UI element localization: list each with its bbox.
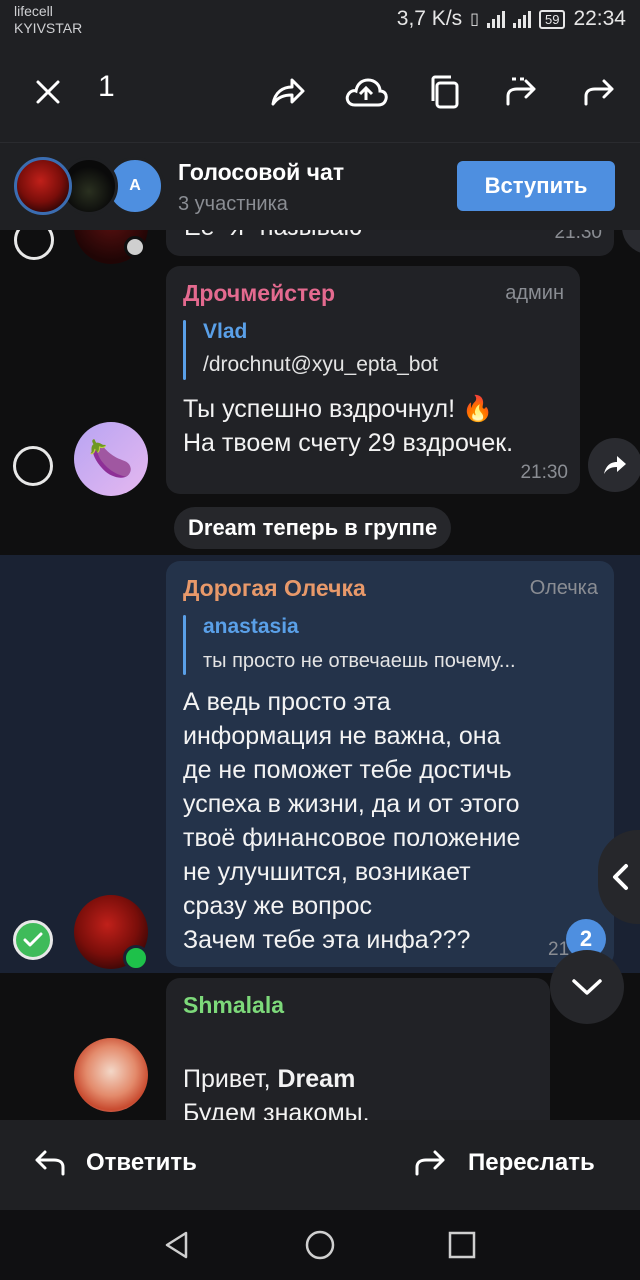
status-bar: lifecell KYIVSTAR 3,7 K/s ▯ 59 22:34 <box>0 0 640 42</box>
member-title: Олечка <box>529 577 598 599</box>
message-time: 21:30 <box>554 230 602 243</box>
message-bubble[interactable]: Shmalala Привет, Dream Будем знакомы. <box>166 978 550 1120</box>
sender-name: Дорогая Олечка <box>183 575 366 601</box>
avatar-letter: A <box>129 177 141 194</box>
select-circle[interactable] <box>14 230 54 260</box>
message-list[interactable]: Ее "я" называю 21:30 Дрочмейстер админ V… <box>0 230 640 1120</box>
signal-icon <box>486 10 505 28</box>
carrier-info: lifecell KYIVSTAR <box>14 3 82 37</box>
service-message: Dream теперь в группе <box>174 507 452 549</box>
home-icon[interactable] <box>303 1228 337 1262</box>
reply-text[interactable]: /drochnut@xyu_epta_bot <box>203 353 543 377</box>
forward-icon[interactable] <box>622 230 640 254</box>
clock: 22:34 <box>573 7 626 30</box>
reply-bar <box>183 320 186 380</box>
eggplant-avatar: 🍆 <box>74 422 148 496</box>
reply-icon <box>35 1150 65 1176</box>
avatar <box>14 157 72 215</box>
selected-count: 1 <box>98 70 115 103</box>
reply-button[interactable]: Ответить <box>32 1148 197 1178</box>
carrier-2: KYIVSTAR <box>14 20 83 36</box>
carrier-1: lifecell <box>14 3 53 19</box>
close-icon[interactable] <box>24 68 72 116</box>
select-circle[interactable] <box>13 446 53 486</box>
forward-no-quote-icon[interactable] <box>498 68 546 116</box>
selection-action-bar: Ответить Переслать <box>0 1120 640 1210</box>
scroll-down-button[interactable] <box>550 950 624 1024</box>
forward-label: Переслать <box>468 1149 595 1176</box>
system-navigation-bar <box>0 1210 640 1280</box>
participant-avatars: A <box>14 157 164 217</box>
join-button[interactable]: Вступить <box>457 161 615 211</box>
reply-bar <box>183 615 186 675</box>
mention[interactable]: Dream <box>277 1065 355 1093</box>
sender-name: Дрочмейстер <box>183 280 336 306</box>
reply-text[interactable]: ты просто не отвечаешь почему... <box>203 650 603 673</box>
share-icon[interactable] <box>264 68 312 116</box>
message-text: Привет, Dream <box>183 1028 355 1096</box>
message-bubble[interactable]: Дорогая Олечка Олечка anastasia ты прост… <box>166 561 614 967</box>
selection-toolbar: 1 <box>0 42 640 142</box>
forward-icon[interactable] <box>576 68 624 116</box>
recents-icon[interactable] <box>445 1228 479 1262</box>
forward-button[interactable]: Переслать <box>414 1148 595 1178</box>
voice-chat-participants: 3 участника <box>178 193 288 215</box>
reply-sender[interactable]: anastasia <box>203 615 299 639</box>
message-text-line2: Будем знакомы. <box>183 1099 370 1120</box>
signal-2-icon <box>512 10 531 28</box>
battery-icon: 59 <box>538 9 566 29</box>
message-bubble[interactable]: Ее "я" называю 21:30 <box>166 230 614 256</box>
online-indicator <box>124 236 146 258</box>
reply-sender[interactable]: Vlad <box>203 320 247 344</box>
message-text: Ты успешно вздрочнул! 🔥 На твоем счету 2… <box>183 395 514 457</box>
vibrate-icon: ▯ <box>470 11 479 28</box>
selected-check-icon[interactable] <box>13 920 53 960</box>
voice-chat-banner[interactable]: A Голосовой чат 3 участника Вступить <box>0 142 640 230</box>
message-text-prefix: Привет, <box>183 1065 278 1093</box>
sender-name: Shmalala <box>183 992 284 1018</box>
network-speed: 3,7 K/s <box>396 7 463 30</box>
status-right: 3,7 K/s ▯ 59 22:34 <box>397 7 626 31</box>
online-indicator <box>123 945 149 971</box>
message-text: А ведь просто эта информация не важна, о… <box>183 688 521 954</box>
message-bubble[interactable]: Дрочмейстер админ Vlad /drochnut@xyu_ept… <box>166 266 580 494</box>
avatar <box>74 1038 148 1112</box>
selected-message-row[interactable]: Дорогая Олечка Олечка anastasia ты прост… <box>0 555 640 973</box>
share-message-button[interactable] <box>588 438 640 492</box>
message-time: 21:30 <box>520 462 568 483</box>
copy-icon[interactable] <box>420 68 468 116</box>
cloud-upload-icon[interactable] <box>342 68 390 116</box>
message-text: Ее "я" называю <box>184 230 362 244</box>
reply-label: Ответить <box>86 1149 197 1176</box>
back-icon[interactable] <box>160 1228 194 1262</box>
voice-chat-title: Голосовой чат <box>178 159 345 185</box>
forward-icon <box>415 1150 445 1176</box>
admin-badge: админ <box>505 282 564 304</box>
